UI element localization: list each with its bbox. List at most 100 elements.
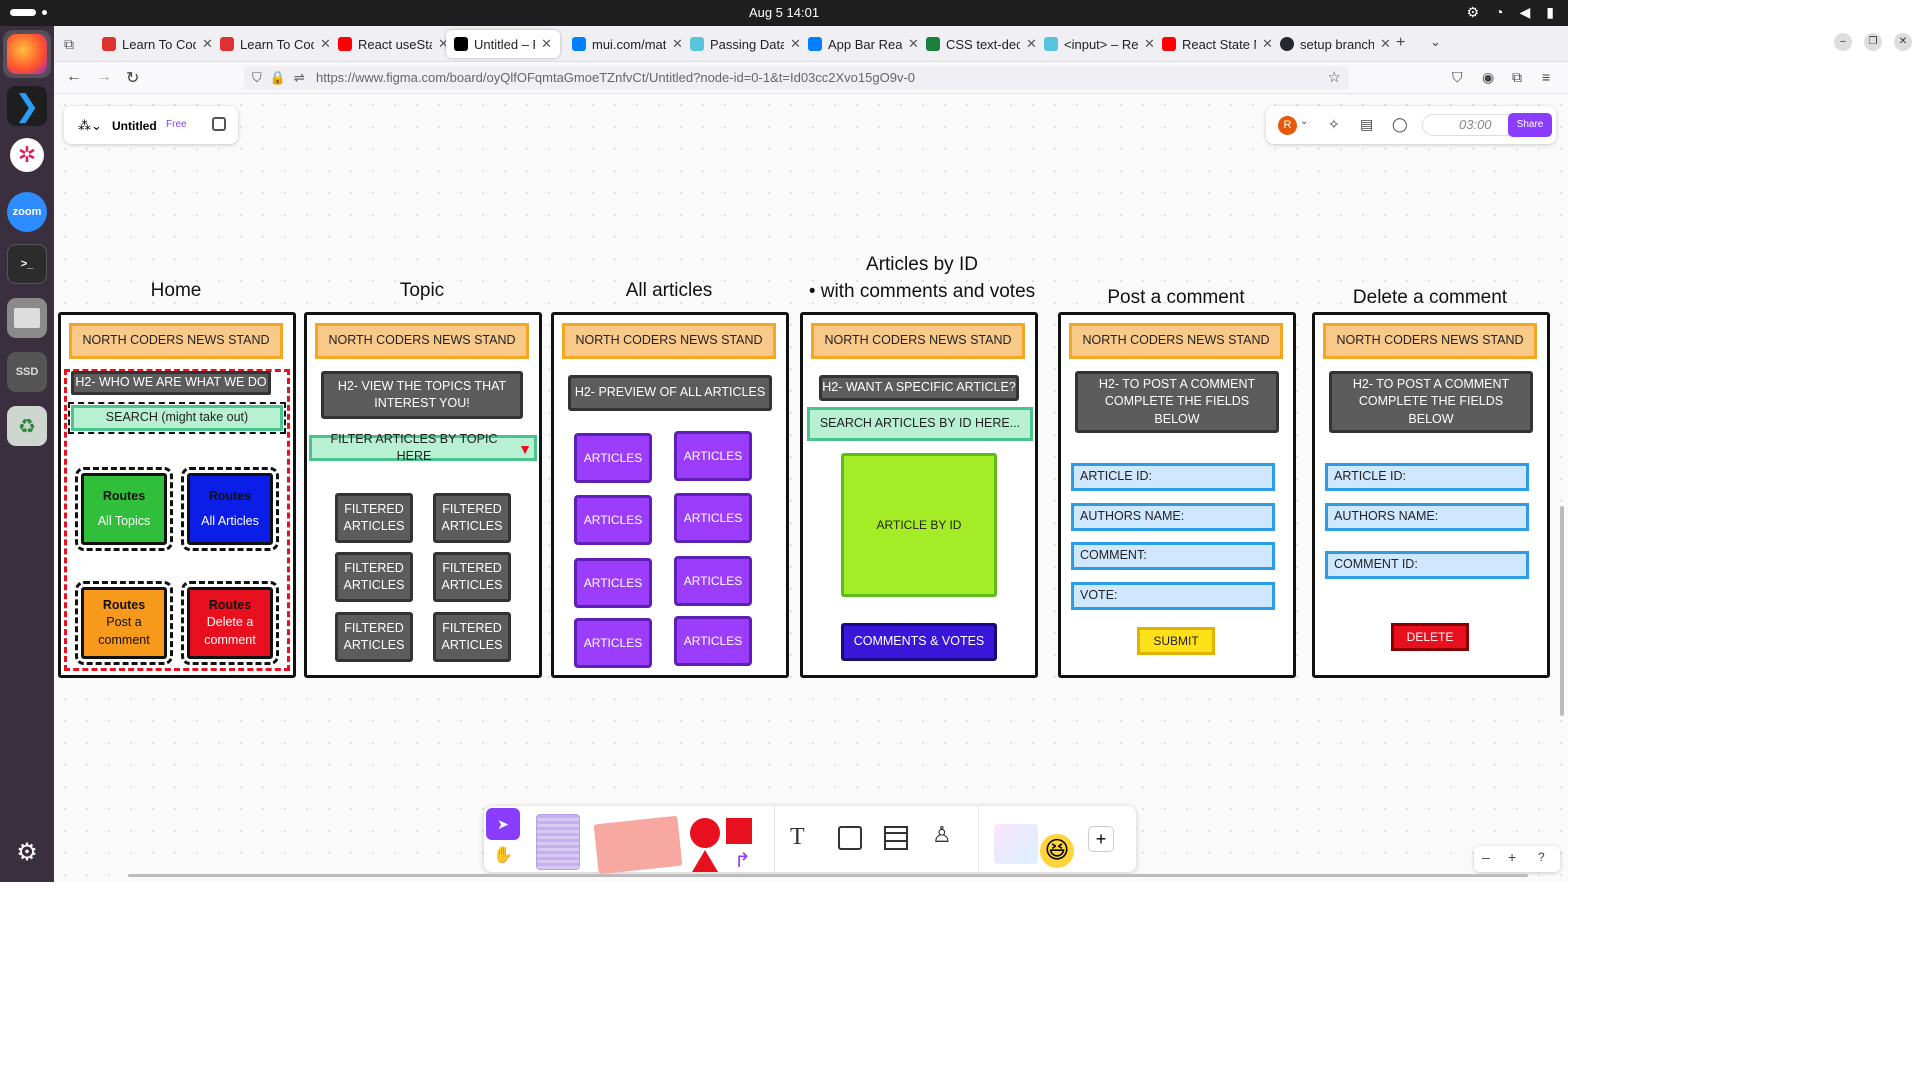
article-card[interactable]: ARTICLES bbox=[574, 558, 652, 608]
header-banner[interactable]: NORTH CODERS NEWS STAND bbox=[1069, 323, 1283, 359]
forward-icon[interactable]: → bbox=[96, 68, 112, 86]
triangle-shape-icon[interactable] bbox=[692, 850, 718, 872]
tab-8[interactable]: <input> – Re ✕ bbox=[1036, 30, 1163, 58]
new-tab-icon[interactable]: + bbox=[1396, 34, 1405, 52]
comment-field[interactable]: COMMENT: bbox=[1071, 542, 1275, 570]
ssd-drive-icon[interactable]: SSD bbox=[7, 352, 47, 392]
frame-articles-by-id[interactable]: NORTH CODERS NEWS STAND H2- WANT A SPECI… bbox=[800, 312, 1038, 678]
text-tool-icon[interactable]: T bbox=[790, 824, 805, 851]
frame-post-comment[interactable]: NORTH CODERS NEWS STAND H2- TO POST A CO… bbox=[1058, 312, 1296, 678]
horizontal-scrollbar[interactable] bbox=[128, 874, 1528, 877]
filtered-article-card[interactable]: FILTERED ARTICLES bbox=[335, 612, 413, 662]
h2-heading[interactable]: H2- TO POST A COMMENT COMPLETE THE FIELD… bbox=[1075, 371, 1279, 433]
article-card[interactable]: ARTICLES bbox=[674, 616, 752, 666]
wifi-icon[interactable]: ◔ bbox=[1495, 4, 1503, 21]
tab-overview-icon[interactable]: ⧉ bbox=[64, 36, 74, 53]
vertical-scrollbar[interactable] bbox=[1560, 506, 1564, 716]
terminal-icon[interactable]: >_ bbox=[7, 244, 47, 284]
table-tool-icon[interactable] bbox=[884, 826, 908, 850]
circle-shape-icon[interactable] bbox=[690, 818, 720, 848]
article-id-field[interactable]: ARTICLE ID: bbox=[1071, 463, 1275, 491]
filtered-article-card[interactable]: FILTERED ARTICLES bbox=[335, 552, 413, 602]
h2-heading[interactable]: H2- WANT A SPECIFIC ARTICLE? bbox=[819, 375, 1019, 401]
article-card[interactable]: ARTICLES bbox=[574, 495, 652, 545]
h2-heading[interactable]: H2- WHO WE ARE WHAT WE DO bbox=[71, 371, 271, 395]
system-clock[interactable]: Aug 5 14:01 bbox=[0, 5, 1568, 20]
comments-votes-button[interactable]: COMMENTS & VOTES bbox=[841, 623, 997, 661]
tab-1[interactable]: Learn To Cod ✕ bbox=[212, 30, 339, 58]
filtered-article-card[interactable]: FILTERED ARTICLES bbox=[433, 612, 511, 662]
search-bar[interactable]: SEARCH (might take out) bbox=[68, 402, 286, 434]
tab-5[interactable]: Passing Data ✕ bbox=[682, 30, 809, 58]
minimize-icon[interactable]: – bbox=[1834, 33, 1852, 51]
url-bar[interactable]: ⛉🔒⇌ https://www.figma.com/board/oyQlfOFq… bbox=[244, 66, 1349, 90]
search-by-id-input[interactable]: SEARCH ARTICLES BY ID HERE... bbox=[807, 407, 1033, 441]
tab-2[interactable]: React useSta ✕ bbox=[330, 30, 457, 58]
comment-id-field[interactable]: COMMENT ID: bbox=[1325, 551, 1529, 579]
move-tool-icon[interactable]: ➤ bbox=[486, 808, 520, 840]
square-shape-icon[interactable] bbox=[726, 818, 752, 844]
h2-heading[interactable]: H2- TO POST A COMMENT COMPLETE THE FIELD… bbox=[1329, 371, 1533, 433]
tab-6[interactable]: App Bar Reac ✕ bbox=[800, 30, 927, 58]
chevron-down-icon[interactable]: ⌄ bbox=[1300, 116, 1308, 127]
bookmark-star-icon[interactable]: ☆ bbox=[1328, 66, 1341, 90]
hand-tool-icon[interactable]: ✋ bbox=[486, 842, 520, 870]
tab-0[interactable]: Learn To Cod ✕ bbox=[94, 30, 221, 58]
help-icon[interactable]: ? bbox=[1538, 850, 1545, 864]
header-banner[interactable]: NORTH CODERS NEWS STAND bbox=[562, 323, 776, 359]
header-banner[interactable]: NORTH CODERS NEWS STAND bbox=[69, 323, 283, 359]
dropdown-arrow-icon[interactable]: ▼ bbox=[518, 440, 532, 460]
close-icon[interactable]: ✕ bbox=[541, 36, 552, 52]
article-id-field[interactable]: ARTICLE ID: bbox=[1325, 463, 1529, 491]
filter-dropdown[interactable]: FILTER ARTICLES BY TOPIC HERE ▼ bbox=[309, 432, 537, 463]
system-tray[interactable]: ⚙ ◔ ◀ ▮ bbox=[1466, 4, 1554, 21]
article-card[interactable]: ARTICLES bbox=[674, 493, 752, 543]
trash-icon[interactable]: ♻ bbox=[7, 406, 47, 446]
slack-icon[interactable]: ✲ bbox=[10, 138, 44, 172]
delete-button[interactable]: DELETE bbox=[1391, 623, 1469, 651]
frame-home[interactable]: NORTH CODERS NEWS STAND H2- WHO WE ARE W… bbox=[58, 312, 296, 678]
article-card[interactable]: ARTICLES bbox=[674, 556, 752, 606]
header-banner[interactable]: NORTH CODERS NEWS STAND bbox=[811, 323, 1025, 359]
article-card[interactable]: ARTICLES bbox=[674, 431, 752, 481]
filtered-article-card[interactable]: FILTERED ARTICLES bbox=[335, 493, 413, 543]
frame-topic[interactable]: NORTH CODERS NEWS STAND H2- VIEW THE TOP… bbox=[304, 312, 542, 678]
share-button[interactable]: Share bbox=[1508, 113, 1552, 137]
pages-icon[interactable] bbox=[212, 117, 226, 131]
header-banner[interactable]: NORTH CODERS NEWS STAND bbox=[1323, 323, 1537, 359]
tab-3-active[interactable]: Untitled – Fig ✕ bbox=[446, 30, 560, 58]
reload-icon[interactable]: ↻ bbox=[126, 68, 139, 88]
account-icon[interactable]: ◉ bbox=[1482, 69, 1494, 86]
filtered-article-card[interactable]: FILTERED ARTICLES bbox=[433, 552, 511, 602]
tab-list-icon[interactable]: ⌄ bbox=[1430, 34, 1441, 50]
filtered-article-card[interactable]: FILTERED ARTICLES bbox=[433, 493, 511, 543]
show-apps-icon[interactable]: ⚙ bbox=[7, 832, 47, 872]
tab-10[interactable]: setup branch ✕ bbox=[1272, 30, 1399, 58]
battery-icon[interactable]: ▮ bbox=[1546, 4, 1554, 21]
frame-delete-comment[interactable]: NORTH CODERS NEWS STAND H2- TO POST A CO… bbox=[1312, 312, 1550, 678]
tab-4[interactable]: mui.com/mat ✕ bbox=[564, 30, 691, 58]
figma-menu-icon[interactable]: ⁂⌄ bbox=[78, 118, 102, 134]
tab-9[interactable]: React State M✕ bbox=[1154, 30, 1281, 58]
connector-tool-icon[interactable]: ↱ bbox=[734, 848, 751, 873]
route-all-topics[interactable]: Routes All Topics bbox=[75, 467, 173, 551]
files-icon[interactable] bbox=[7, 298, 47, 338]
authors-name-field[interactable]: AUTHORS NAME: bbox=[1071, 503, 1275, 531]
menu-icon[interactable]: ≡ bbox=[1542, 69, 1550, 85]
route-post-comment[interactable]: Routes Post a comment bbox=[75, 581, 173, 665]
settings-icon[interactable]: ⚙ bbox=[1466, 4, 1479, 21]
vscode-icon[interactable]: ❯ bbox=[7, 86, 47, 126]
add-tool-icon[interactable]: + bbox=[1088, 826, 1114, 852]
site-security-icon[interactable]: ⛉🔒⇌ bbox=[252, 66, 313, 90]
close-icon[interactable]: ✕ bbox=[1380, 36, 1391, 52]
zoom-in-icon[interactable]: + bbox=[1508, 849, 1516, 865]
vote-field[interactable]: VOTE: bbox=[1071, 582, 1275, 610]
article-card[interactable]: ARTICLES bbox=[574, 618, 652, 668]
volume-icon[interactable]: ◀ bbox=[1520, 4, 1531, 21]
route-all-articles[interactable]: Routes All Articles bbox=[181, 467, 279, 551]
h2-heading[interactable]: H2- VIEW THE TOPICS THAT INTEREST YOU! bbox=[321, 371, 523, 419]
header-banner[interactable]: NORTH CODERS NEWS STAND bbox=[315, 323, 529, 359]
stamp-tool-icon[interactable]: ♙ bbox=[932, 822, 952, 848]
file-title[interactable]: Untitled bbox=[112, 119, 157, 133]
route-delete-comment[interactable]: Routes Delete a comment bbox=[181, 581, 279, 665]
